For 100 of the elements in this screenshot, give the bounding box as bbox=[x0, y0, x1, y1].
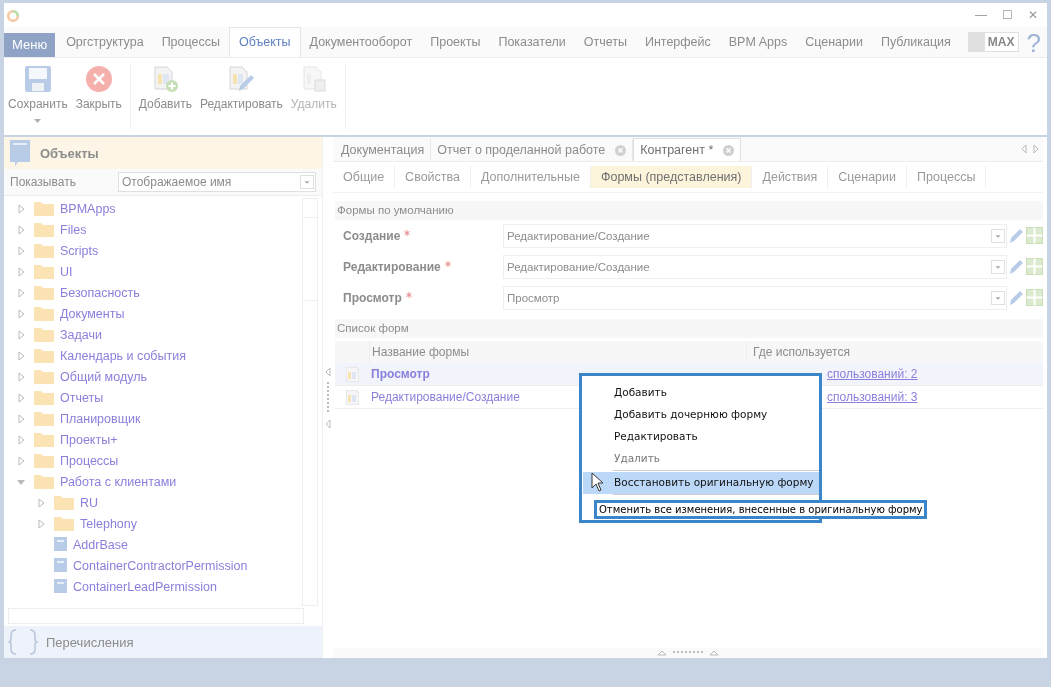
expander-icon[interactable] bbox=[16, 350, 26, 361]
sub-tab[interactable]: Действия bbox=[752, 166, 829, 188]
close-tab-icon[interactable] bbox=[723, 144, 735, 156]
tree-item[interactable]: Планировщик bbox=[60, 411, 141, 426]
window-control-button[interactable]: ☐ bbox=[999, 8, 1015, 22]
tree-item[interactable]: Календарь и события bbox=[60, 348, 186, 363]
usage-link[interactable]: спользований: 3 bbox=[827, 390, 918, 404]
help-button[interactable]: ? bbox=[1018, 29, 1047, 57]
document-add-icon bbox=[151, 65, 180, 93]
main-tab[interactable]: Процессы bbox=[152, 28, 229, 57]
enumerations-item[interactable]: Перечисления bbox=[46, 634, 134, 650]
expander-icon[interactable] bbox=[16, 413, 26, 424]
expander-icon[interactable] bbox=[16, 371, 26, 382]
splitter-handle-icon[interactable] bbox=[658, 648, 718, 656]
add-grid-icon[interactable] bbox=[1026, 258, 1043, 275]
tree-item[interactable]: BPMApps bbox=[60, 201, 116, 216]
main-tab[interactable]: Интерфейс bbox=[635, 28, 720, 57]
main-tab[interactable]: BPM Apps bbox=[719, 28, 797, 57]
braces-icon bbox=[8, 629, 38, 655]
expander-icon[interactable] bbox=[16, 308, 26, 319]
sub-tab[interactable]: Общие bbox=[333, 166, 396, 188]
tree-item[interactable]: Проекты+ bbox=[60, 432, 118, 447]
document-tab[interactable]: Документация bbox=[335, 139, 432, 161]
pencil-icon[interactable] bbox=[1009, 227, 1024, 244]
sub-tab[interactable]: Процессы bbox=[907, 166, 987, 188]
tree-item[interactable]: Files bbox=[60, 222, 87, 237]
expander-icon[interactable] bbox=[16, 287, 26, 298]
tree-item[interactable]: Безопасность bbox=[60, 285, 140, 300]
main-tab[interactable]: Сценарии bbox=[796, 28, 872, 57]
main-tab[interactable]: Отчеты bbox=[574, 28, 636, 57]
edit-button[interactable]: Редактировать bbox=[195, 63, 287, 111]
expander-icon[interactable] bbox=[16, 455, 26, 466]
context-menu-item[interactable]: Редактировать bbox=[583, 426, 819, 448]
folder-icon bbox=[34, 327, 54, 342]
close-tab-icon[interactable] bbox=[615, 144, 627, 156]
splitter[interactable] bbox=[322, 137, 333, 658]
expander-icon[interactable] bbox=[36, 518, 46, 529]
document-tab[interactable]: Контрагент * bbox=[633, 138, 742, 161]
tree-item[interactable]: Scripts bbox=[60, 243, 99, 258]
tree-item[interactable]: Задачи bbox=[60, 327, 102, 342]
add-grid-icon[interactable] bbox=[1026, 227, 1043, 244]
tree-item[interactable]: Отчеты bbox=[60, 390, 104, 405]
form-icon bbox=[345, 366, 359, 382]
expander-icon[interactable] bbox=[16, 392, 26, 403]
main-tab[interactable]: Показатели bbox=[489, 28, 575, 57]
sub-tab[interactable]: Сценарии bbox=[828, 166, 908, 188]
close-button[interactable]: Закрыть bbox=[71, 63, 126, 111]
tree-item[interactable]: RU bbox=[80, 495, 99, 510]
pencil-icon[interactable] bbox=[1009, 258, 1024, 275]
expander-icon[interactable] bbox=[16, 203, 26, 214]
context-menu-item[interactable]: Восстановить оригинальную форму bbox=[583, 472, 819, 494]
tree-item[interactable]: ContainerLeadPermission bbox=[73, 579, 217, 594]
tree-item[interactable]: ContainerContractorPermission bbox=[73, 558, 248, 573]
splitter-handle-icon[interactable] bbox=[325, 367, 331, 428]
tree-item[interactable]: Процессы bbox=[60, 453, 119, 468]
expander-icon[interactable] bbox=[16, 434, 26, 445]
sub-tab[interactable]: Дополнительные bbox=[471, 166, 591, 188]
expander-icon[interactable] bbox=[16, 224, 26, 235]
usage-link[interactable]: спользований: 2 bbox=[827, 367, 918, 381]
expander-icon[interactable] bbox=[16, 266, 26, 277]
main-tab[interactable]: Публикация bbox=[871, 28, 960, 57]
field-label: Создание bbox=[343, 228, 501, 243]
folder-icon bbox=[34, 306, 54, 321]
main-tab[interactable]: Проекты bbox=[421, 28, 490, 57]
tree-item[interactable]: Документы bbox=[60, 306, 125, 321]
form-dropdown[interactable]: Редактирование/Создание bbox=[503, 254, 1007, 279]
expander-icon[interactable] bbox=[36, 497, 46, 508]
tab-scroll-arrows-icon[interactable] bbox=[1021, 144, 1039, 154]
tree-item[interactable]: Telephony bbox=[80, 516, 137, 531]
field-label: Редактирование bbox=[343, 259, 501, 274]
expander-icon[interactable] bbox=[16, 245, 26, 256]
show-dropdown[interactable]: Отображаемое имя bbox=[118, 172, 316, 192]
required-asterisk-icon bbox=[405, 291, 412, 298]
form-dropdown[interactable]: Просмотр bbox=[503, 285, 1007, 310]
main-tab[interactable]: Объекты bbox=[228, 27, 301, 57]
sub-tab[interactable]: Свойства bbox=[395, 166, 471, 188]
pencil-icon[interactable] bbox=[1009, 289, 1024, 306]
main-tab[interactable]: Оргструктура bbox=[57, 28, 153, 57]
context-menu-item[interactable]: Добавить bbox=[583, 382, 819, 404]
main-tab[interactable]: Документооборот bbox=[300, 28, 422, 57]
form-dropdown[interactable]: Редактирование/Создание bbox=[503, 223, 1007, 248]
save-button[interactable]: Сохранить bbox=[4, 63, 72, 123]
tree-item[interactable]: AddrBase bbox=[73, 537, 128, 552]
folder-icon bbox=[54, 516, 74, 531]
add-button[interactable]: Добавить bbox=[134, 63, 196, 111]
tree-item[interactable]: Работа с клиентами bbox=[60, 474, 177, 489]
window-control-button[interactable]: — bbox=[973, 8, 989, 22]
add-grid-icon[interactable] bbox=[1026, 289, 1043, 306]
bookmark-icon bbox=[54, 578, 67, 595]
max-toggle[interactable]: MAX bbox=[967, 32, 1019, 52]
tree-item[interactable]: UI bbox=[60, 264, 73, 279]
context-menu-item[interactable]: Добавить дочернюю форму bbox=[583, 404, 819, 426]
tree-item[interactable]: Общий модуль bbox=[60, 369, 147, 384]
menu-button[interactable]: Меню bbox=[4, 33, 56, 57]
expander-icon[interactable] bbox=[16, 329, 26, 340]
folder-icon bbox=[34, 411, 54, 426]
window-control-button[interactable]: ✕ bbox=[1025, 8, 1041, 22]
sub-tab[interactable]: Формы (представления) bbox=[590, 166, 753, 188]
folder-icon bbox=[34, 369, 54, 384]
bookmark-icon bbox=[54, 536, 67, 553]
